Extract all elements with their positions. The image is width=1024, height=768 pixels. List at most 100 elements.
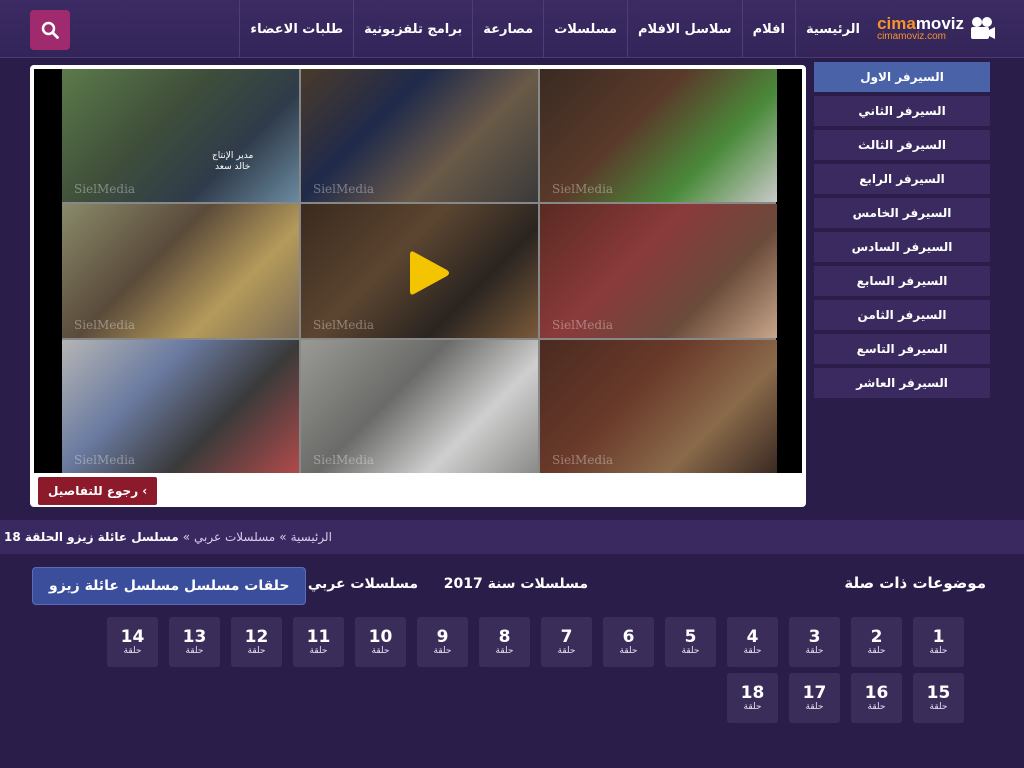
search-icon — [41, 21, 59, 39]
episode-label: حلقة — [929, 702, 948, 713]
episode-label: حلقة — [185, 646, 204, 657]
episode-button[interactable]: 13 حلقة — [169, 617, 220, 667]
episode-number: 3 — [808, 626, 821, 647]
server-item[interactable]: السيرفر السابع — [814, 266, 990, 296]
episode-number: 11 — [306, 626, 331, 647]
camera-icon — [971, 17, 995, 39]
episode-number: 2 — [870, 626, 883, 647]
episode-number: 4 — [746, 626, 759, 647]
episode-button[interactable]: 8 حلقة — [479, 617, 530, 667]
tag-series-episodes[interactable]: حلقات مسلسل مسلسل عائلة زيزو — [32, 567, 307, 605]
server-list: السيرفر الاول السيرفر الثاني السيرفر الثال… — [814, 62, 990, 402]
episode-number: 9 — [436, 626, 449, 647]
episode-label: حلقة — [805, 702, 824, 713]
episode-label: حلقة — [867, 702, 886, 713]
play-icon[interactable] — [410, 249, 450, 297]
episode-number: 7 — [560, 626, 573, 647]
video-frame: SielMedia — [301, 340, 538, 473]
video-frame: SielMedia — [540, 204, 777, 338]
episode-label: حلقة — [557, 646, 576, 657]
watermark: SielMedia — [313, 182, 375, 196]
video-frame: SielMedia — [540, 340, 777, 473]
breadcrumb-separator: » — [182, 530, 191, 544]
logo-prefix: cima — [877, 13, 916, 33]
site-logo[interactable]: cimamoviz cimamoviz.com — [876, 8, 996, 48]
server-item[interactable]: السيرفر الخامس — [814, 198, 990, 228]
nav-item[interactable]: برامج تلفزيونية — [353, 0, 472, 58]
episode-number: 6 — [622, 626, 635, 647]
episode-button[interactable]: 7 حلقة — [541, 617, 592, 667]
server-item[interactable]: السيرفر العاشر — [814, 368, 990, 398]
watermark: SielMedia — [74, 182, 136, 196]
nav-item[interactable]: الرئيسية — [794, 0, 870, 58]
watermark: SielMedia — [313, 318, 375, 332]
main-nav: الرئيسية افلام سلاسل الافلام مسلسلات مصارعة ب… — [239, 0, 870, 58]
episode-label: حلقة — [433, 646, 452, 657]
episode-label: حلقة — [743, 702, 762, 713]
video-frame: مدير الإنتاج خالد سعد SielMedia — [62, 69, 299, 202]
top-nav-bar: cimamoviz cimamoviz.com الرئيسية افلام سلا… — [0, 0, 1024, 58]
breadcrumb: الرئيسية » مسلسلات عربي » مسلسل عائلة زي… — [0, 520, 1024, 554]
episode-button[interactable]: 16 حلقة — [851, 673, 902, 723]
watermark: SielMedia — [313, 453, 375, 467]
server-item[interactable]: السيرفر الثامن — [814, 300, 990, 330]
episode-number: 17 — [802, 682, 827, 703]
search-button[interactable] — [30, 10, 70, 50]
episode-number: 14 — [120, 626, 145, 647]
episode-number: 8 — [498, 626, 511, 647]
episode-button[interactable]: 18 حلقة — [727, 673, 778, 723]
video-frame: SielMedia — [62, 204, 299, 338]
nav-item[interactable]: طلبات الاعضاء — [239, 0, 353, 58]
breadcrumb-home[interactable]: الرئيسية — [291, 530, 332, 544]
credit-name: خالد سعد — [215, 161, 251, 172]
nav-item[interactable]: مسلسلات — [543, 0, 627, 58]
breadcrumb-separator: » — [279, 530, 287, 544]
episode-button[interactable]: 5 حلقة — [665, 617, 716, 667]
episode-label: حلقة — [619, 646, 638, 657]
episode-button[interactable]: 6 حلقة — [603, 617, 654, 667]
server-item[interactable]: السيرفر التاسع — [814, 334, 990, 364]
tag-series-2017[interactable]: مسلسلات سنة 2017 — [444, 576, 588, 592]
credit-role: مدير الإنتاج — [212, 151, 254, 161]
episode-label: حلقة — [123, 646, 142, 657]
episode-label: حلقة — [371, 646, 390, 657]
episode-label: حلقة — [867, 646, 886, 657]
related-topics: موضوعات ذات صلة مسلسلات سنة 2017 مسلسلات… — [0, 560, 1024, 608]
episode-button[interactable]: 2 حلقة — [851, 617, 902, 667]
server-item[interactable]: السيرفر الاول — [814, 62, 990, 92]
tag-arabic-series[interactable]: مسلسلات عربي — [308, 576, 418, 592]
episode-number: 12 — [244, 626, 269, 647]
episode-button[interactable]: 12 حلقة — [231, 617, 282, 667]
episode-label: حلقة — [495, 646, 514, 657]
episode-button[interactable]: 14 حلقة — [107, 617, 158, 667]
nav-item[interactable]: مصارعة — [472, 0, 543, 58]
episode-label: حلقة — [805, 646, 824, 657]
episode-number: 10 — [368, 626, 393, 647]
episode-number: 18 — [740, 682, 765, 703]
video-frame: SielMedia — [301, 69, 538, 202]
server-item[interactable]: السيرفر الرابع — [814, 164, 990, 194]
back-to-details-button[interactable]: رجوع للتفاصيل ‹ — [38, 477, 158, 505]
episode-button[interactable]: 4 حلقة — [727, 617, 778, 667]
server-item[interactable]: السيرفر الثاني — [814, 96, 990, 126]
episode-button[interactable]: 11 حلقة — [293, 617, 344, 667]
video-frame: SielMedia — [62, 340, 299, 473]
episode-button[interactable]: 3 حلقة — [789, 617, 840, 667]
episode-button[interactable]: 15 حلقة — [913, 673, 964, 723]
breadcrumb-category[interactable]: مسلسلات عربي — [194, 530, 275, 544]
episode-button[interactable]: 1 حلقة — [913, 617, 964, 667]
server-item[interactable]: السيرفر الثالث — [814, 130, 990, 160]
watermark: SielMedia — [74, 318, 136, 332]
episode-button[interactable]: 17 حلقة — [789, 673, 840, 723]
watermark: SielMedia — [552, 182, 614, 196]
logo-suffix: moviz — [915, 13, 964, 33]
episode-label: حلقة — [681, 646, 700, 657]
nav-item[interactable]: سلاسل الافلام — [626, 0, 742, 58]
episode-button[interactable]: 9 حلقة — [417, 617, 468, 667]
episode-number: 1 — [932, 626, 945, 647]
episode-number: 15 — [926, 682, 951, 703]
nav-item[interactable]: افلام — [741, 0, 795, 58]
video-player[interactable]: مدير الإنتاج خالد سعد SielMedia SielMedi… — [34, 69, 802, 473]
server-item[interactable]: السيرفر السادس — [814, 232, 990, 262]
episode-button[interactable]: 10 حلقة — [355, 617, 406, 667]
